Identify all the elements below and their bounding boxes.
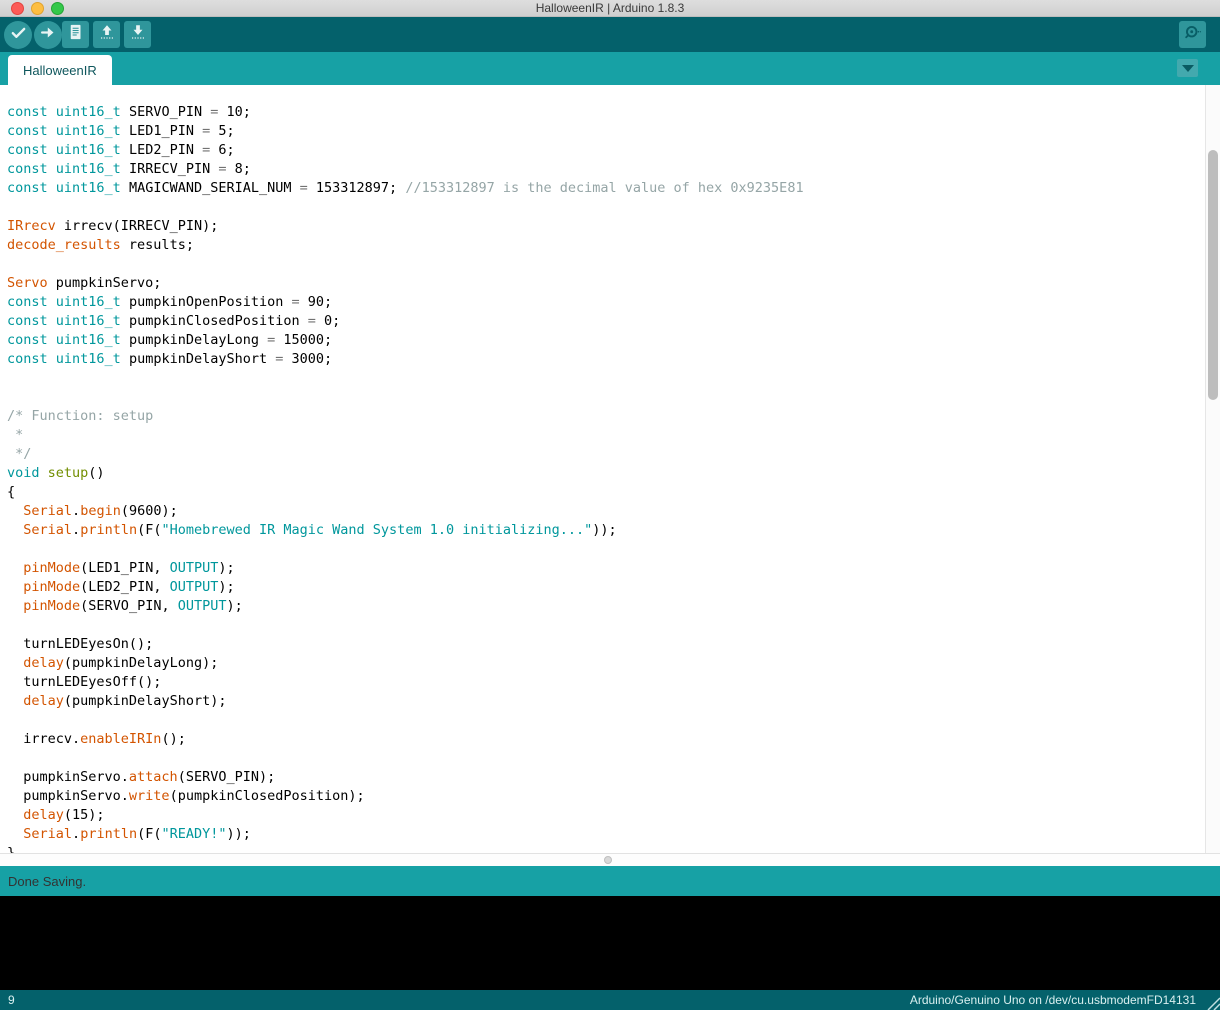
console-output xyxy=(0,896,1220,990)
code-line: const uint16_t IRRECV_PIN = 8; xyxy=(7,160,804,179)
serial-monitor-button[interactable] xyxy=(1179,21,1206,48)
vertical-scrollbar[interactable] xyxy=(1205,85,1220,853)
code-line xyxy=(7,198,804,217)
code-line: const uint16_t pumpkinDelayLong = 15000; xyxy=(7,331,804,350)
chevron-down-icon xyxy=(1182,65,1194,72)
tab-halloweenir[interactable]: HalloweenIR xyxy=(8,55,112,85)
code-line: const uint16_t pumpkinDelayShort = 3000; xyxy=(7,350,804,369)
code-line: irrecv.enableIRIn(); xyxy=(7,730,804,749)
code-line: const uint16_t LED1_PIN = 5; xyxy=(7,122,804,141)
arrow-down-icon xyxy=(129,23,147,46)
code-line: IRrecv irrecv(IRRECV_PIN); xyxy=(7,217,804,236)
code-line xyxy=(7,369,804,388)
save-sketch-button[interactable] xyxy=(124,21,151,48)
code-line: pumpkinServo.attach(SERVO_PIN); xyxy=(7,768,804,787)
code-line: */ xyxy=(7,445,804,464)
code-line: * xyxy=(7,426,804,445)
code-area[interactable]: const uint16_t SERVO_PIN = 10;const uint… xyxy=(7,103,804,853)
tab-label: HalloweenIR xyxy=(23,63,97,78)
cursor-line-number: 9 xyxy=(8,993,15,1007)
code-line: const uint16_t pumpkinOpenPosition = 90; xyxy=(7,293,804,312)
arrow-up-icon xyxy=(98,23,116,46)
code-line: } xyxy=(7,844,804,853)
open-sketch-button[interactable] xyxy=(93,21,120,48)
board-port-info: Arduino/Genuino Uno on /dev/cu.usbmodemF… xyxy=(910,993,1196,1007)
code-line: const uint16_t MAGICWAND_SERIAL_NUM = 15… xyxy=(7,179,804,198)
code-line xyxy=(7,255,804,274)
code-line: { xyxy=(7,483,804,502)
magnifier-icon xyxy=(1183,23,1202,47)
code-line: Serial.println(F("Homebrewed IR Magic Wa… xyxy=(7,521,804,540)
new-sketch-button[interactable] xyxy=(62,21,89,48)
status-message: Done Saving. xyxy=(8,874,86,889)
code-line: delay(15); xyxy=(7,806,804,825)
code-line: Servo pumpkinServo; xyxy=(7,274,804,293)
code-line: pinMode(SERVO_PIN, OUTPUT); xyxy=(7,597,804,616)
titlebar: HalloweenIR | Arduino 1.8.3 xyxy=(0,0,1220,17)
arduino-ide-window: { "window": { "title": "HalloweenIR | Ar… xyxy=(0,0,1220,1010)
code-line: pumpkinServo.write(pumpkinClosedPosition… xyxy=(7,787,804,806)
code-editor[interactable]: const uint16_t SERVO_PIN = 10;const uint… xyxy=(0,85,1220,853)
code-line: const uint16_t LED2_PIN = 6; xyxy=(7,141,804,160)
window-title: HalloweenIR | Arduino 1.8.3 xyxy=(0,1,1220,15)
code-line xyxy=(7,749,804,768)
code-line xyxy=(7,711,804,730)
document-icon xyxy=(67,23,85,46)
status-bar: Done Saving. xyxy=(0,866,1220,896)
scrollbar-thumb[interactable] xyxy=(1208,150,1218,400)
code-line: turnLEDEyesOn(); xyxy=(7,635,804,654)
tab-menu-button[interactable] xyxy=(1177,59,1198,77)
upload-button[interactable] xyxy=(34,21,62,49)
code-line: Serial.println(F("READY!")); xyxy=(7,825,804,844)
code-line xyxy=(7,388,804,407)
divider-grip-icon[interactable] xyxy=(604,856,612,864)
check-icon xyxy=(10,24,27,46)
code-line: /* Function: setup xyxy=(7,407,804,426)
code-line: const uint16_t pumpkinClosedPosition = 0… xyxy=(7,312,804,331)
toolbar xyxy=(0,17,1220,52)
verify-button[interactable] xyxy=(4,21,32,49)
code-line: delay(pumpkinDelayLong); xyxy=(7,654,804,673)
code-line: pinMode(LED2_PIN, OUTPUT); xyxy=(7,578,804,597)
code-line: pinMode(LED1_PIN, OUTPUT); xyxy=(7,559,804,578)
code-line: Serial.begin(9600); xyxy=(7,502,804,521)
arrow-right-icon xyxy=(40,24,57,46)
code-line xyxy=(7,540,804,559)
footer-bar: 9 Arduino/Genuino Uno on /dev/cu.usbmode… xyxy=(0,990,1220,1010)
code-line: turnLEDEyesOff(); xyxy=(7,673,804,692)
code-line: decode_results results; xyxy=(7,236,804,255)
code-line xyxy=(7,616,804,635)
code-line: delay(pumpkinDelayShort); xyxy=(7,692,804,711)
pane-divider[interactable] xyxy=(0,853,1220,866)
code-line: const uint16_t SERVO_PIN = 10; xyxy=(7,103,804,122)
code-line: void setup() xyxy=(7,464,804,483)
tabbar: HalloweenIR xyxy=(0,52,1220,85)
